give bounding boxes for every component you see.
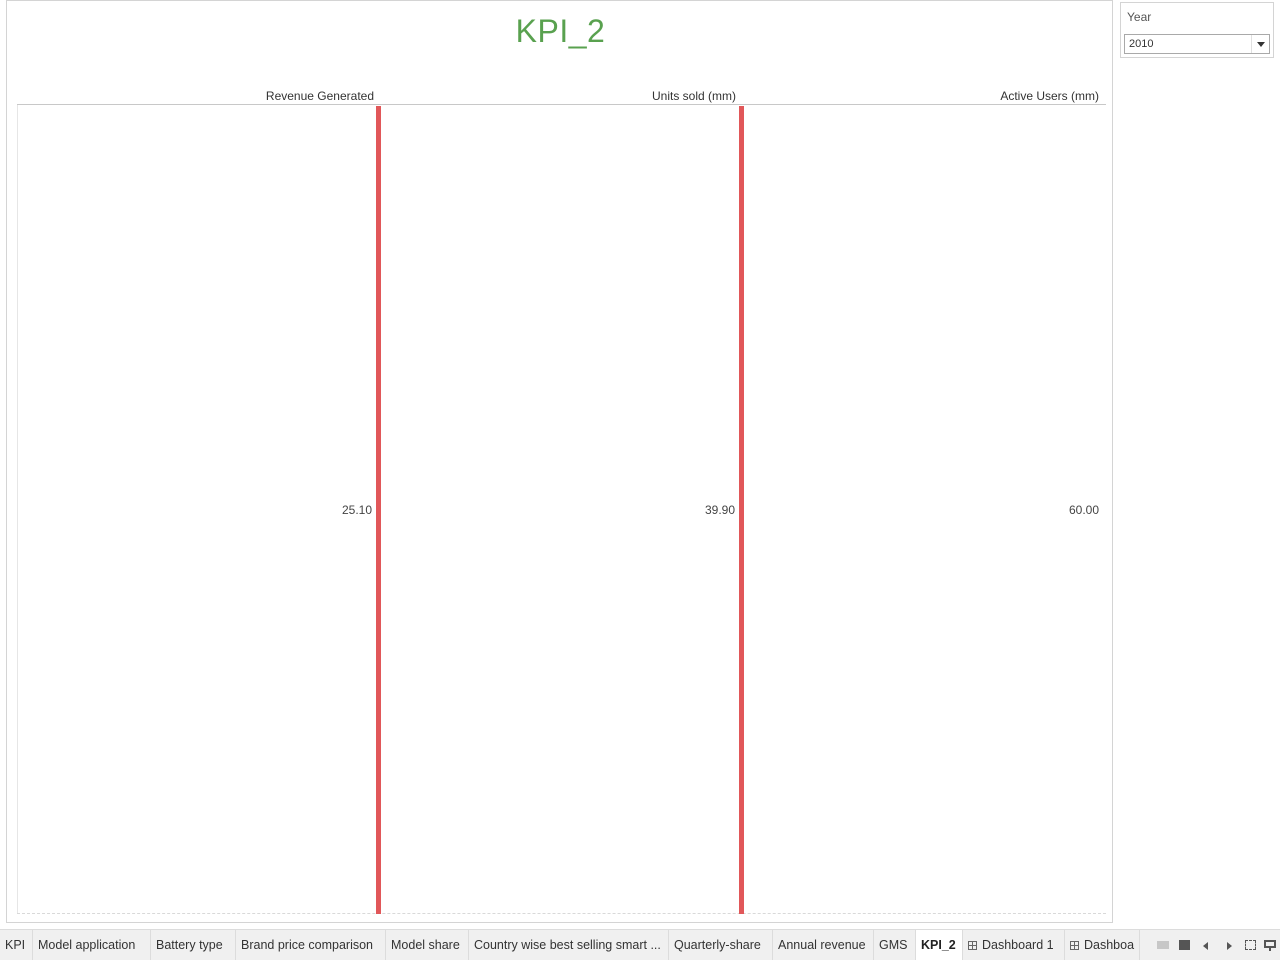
worksheet-view: KPI_2 Revenue Generated Units sold (mm) … <box>6 0 1113 923</box>
column-header-active-users[interactable]: Active Users (mm) <box>1000 89 1099 103</box>
sheet-tab-label: Country wise best selling smart ... <box>474 938 661 952</box>
slide-view-icon[interactable] <box>1178 938 1192 952</box>
year-dropdown-value: 2010 <box>1129 38 1154 50</box>
sheet-tab[interactable]: Model application <box>33 930 151 960</box>
grid-view-icon[interactable] <box>1156 938 1170 952</box>
kpi-bar[interactable] <box>739 106 744 914</box>
pane-left-edge <box>17 105 18 913</box>
sheet-tab-label: Battery type <box>156 938 223 952</box>
sheet-tab-label: KPI <box>5 938 26 952</box>
sheet-tab[interactable]: Brand price comparison <box>236 930 386 960</box>
column-header-units[interactable]: Units sold (mm) <box>652 89 736 103</box>
sheet-tab-label: Model application <box>38 938 136 952</box>
sheet-tab-label: Brand price comparison <box>241 938 374 952</box>
sheet-tab[interactable]: Dashboard 1 <box>963 930 1065 960</box>
prev-icon[interactable] <box>1200 938 1214 952</box>
tab-bar-controls <box>1144 930 1280 960</box>
sheet-tab[interactable]: Dashboa <box>1065 930 1140 960</box>
dashboard-icon <box>968 941 977 950</box>
present-icon[interactable] <box>1263 938 1277 952</box>
dashboard-icon <box>1070 941 1079 950</box>
sheet-tab-bar: KPI Model application Battery type Brand pr… <box>0 929 1280 960</box>
column-header-revenue[interactable]: Revenue Generated <box>266 89 374 103</box>
sheet-tab[interactable]: Quarterly-share <box>669 930 773 960</box>
chevron-down-icon[interactable] <box>1251 35 1269 53</box>
sheet-tab[interactable]: GMS <box>874 930 916 960</box>
worksheet-title: KPI_2 <box>515 13 606 49</box>
year-dropdown[interactable]: 2010 <box>1124 34 1270 54</box>
year-filter-card: Year 2010 <box>1120 2 1274 58</box>
value-label-active-users[interactable]: 60.00 <box>1069 503 1099 517</box>
fullscreen-icon[interactable] <box>1244 938 1258 952</box>
sheet-tab-label: Quarterly-share <box>674 938 761 952</box>
sheet-tab-label: Annual revenue <box>778 938 866 952</box>
kpi-bar[interactable] <box>376 106 381 914</box>
filter-title: Year <box>1127 10 1152 24</box>
sheet-tab[interactable]: Model share <box>386 930 469 960</box>
sheet-tab-label: KPI_2 <box>921 938 956 952</box>
next-icon[interactable] <box>1222 938 1236 952</box>
sheet-tab[interactable]: Battery type <box>151 930 236 960</box>
sheet-tab[interactable]: KPI <box>0 930 33 960</box>
header-divider <box>17 104 1106 105</box>
value-label-revenue[interactable]: 25.10 <box>342 503 372 517</box>
sheet-tab-label: Model share <box>391 938 460 952</box>
sheet-tab[interactable]: KPI_2 <box>916 930 963 960</box>
sheet-tab[interactable]: Country wise best selling smart ... <box>469 930 669 960</box>
sheet-tab-label: GMS <box>879 938 908 952</box>
value-label-units[interactable]: 39.90 <box>705 503 735 517</box>
sheet-tab[interactable]: Annual revenue <box>773 930 874 960</box>
sheet-tab-label: Dashboa <box>1084 938 1135 952</box>
sheet-tab-label: Dashboard 1 <box>982 938 1054 952</box>
pane-bottom-edge <box>17 913 1106 914</box>
